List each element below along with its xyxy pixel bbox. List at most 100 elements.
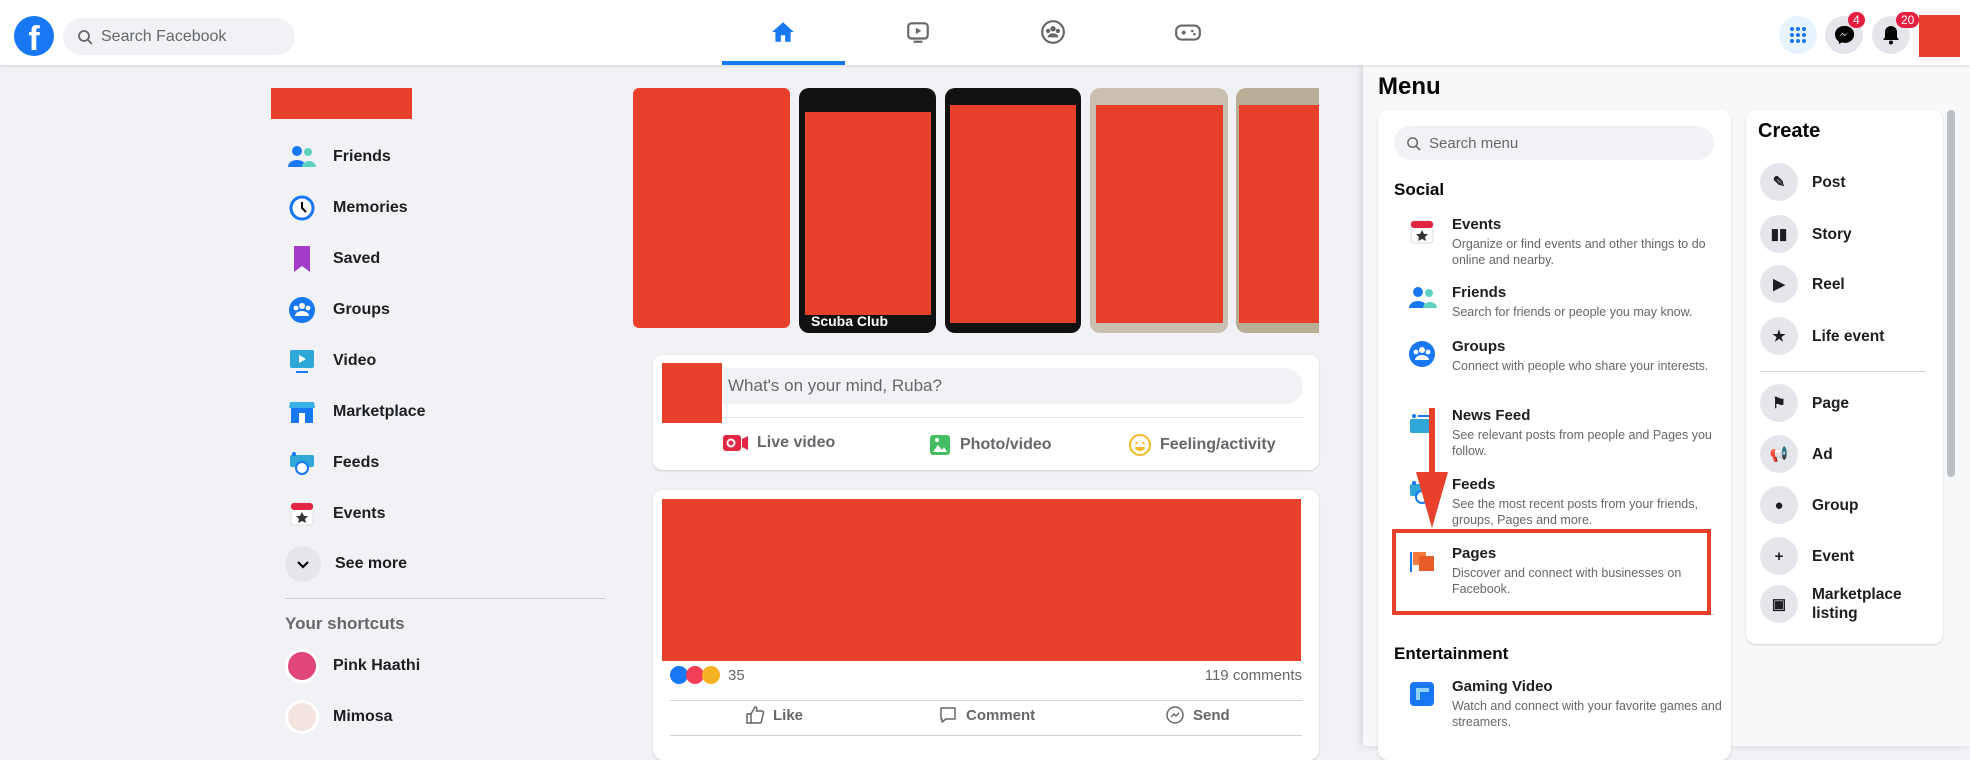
menu-item-gaming-video[interactable]: Gaming Video Watch and connect with your … bbox=[1408, 678, 1728, 730]
events-icon bbox=[1408, 218, 1438, 248]
create-post[interactable]: ✎ Post bbox=[1760, 163, 1922, 201]
reel-icon: ▶ bbox=[1760, 265, 1798, 303]
groups-icon bbox=[1041, 20, 1065, 44]
menu-item-description: See relevant posts from people and Pages… bbox=[1452, 428, 1712, 458]
bell-icon bbox=[1883, 26, 1899, 45]
feeling-icon bbox=[1129, 434, 1151, 456]
sidebar-item-events[interactable]: Events bbox=[285, 491, 385, 537]
sidebar-item-groups[interactable]: Groups bbox=[285, 287, 390, 333]
nav-home[interactable] bbox=[763, 12, 803, 52]
create-item-label: Page bbox=[1812, 394, 1850, 412]
create-life-event[interactable]: ★ Life event bbox=[1760, 317, 1922, 355]
gaming-icon bbox=[1175, 24, 1201, 41]
menu-item-events[interactable]: Events Organize or find events and other … bbox=[1408, 216, 1728, 268]
messenger-icon bbox=[1166, 706, 1184, 724]
nav-gaming[interactable] bbox=[1168, 12, 1208, 52]
create-story[interactable]: ▮▮ Story bbox=[1760, 215, 1922, 253]
menu-scrollbar[interactable] bbox=[1947, 110, 1955, 477]
sidebar-divider bbox=[285, 598, 605, 599]
photo-video-button[interactable]: Photo/video bbox=[928, 433, 1052, 457]
sidebar-item-feeds[interactable]: Feeds bbox=[285, 440, 379, 486]
watch-icon bbox=[907, 22, 929, 43]
whats-on-your-mind-input[interactable]: What's on your mind, Ruba? bbox=[722, 368, 1303, 404]
shortcut-avatar bbox=[285, 649, 319, 683]
sidebar-item-friends[interactable]: Friends bbox=[285, 134, 391, 180]
create-group[interactable]: ● Group bbox=[1760, 486, 1922, 524]
shortcut-item[interactable]: Mimosa bbox=[285, 694, 393, 740]
menu-button[interactable] bbox=[1779, 16, 1817, 54]
comments-count[interactable]: 119 comments bbox=[1205, 667, 1302, 684]
story-card[interactable] bbox=[945, 88, 1081, 333]
create-event[interactable]: + Event bbox=[1760, 537, 1922, 575]
search-facebook-input[interactable]: Search Facebook bbox=[63, 18, 295, 55]
feeds-icon bbox=[285, 446, 319, 480]
menu-item-feeds[interactable]: Feeds See the most recent posts from your… bbox=[1408, 476, 1728, 528]
profile-redacted[interactable] bbox=[271, 88, 412, 119]
create-divider bbox=[1760, 371, 1925, 372]
live-video-button[interactable]: Live video bbox=[723, 433, 835, 453]
story-card[interactable]: Scuba Club bbox=[799, 88, 936, 333]
story-card[interactable] bbox=[1236, 88, 1319, 333]
thumbs-up-icon bbox=[746, 706, 765, 724]
story-redacted bbox=[1096, 105, 1223, 323]
menu-list-card: Search menu Social Events Organize or fin… bbox=[1378, 110, 1731, 760]
create-item-label: Ad bbox=[1812, 445, 1833, 463]
create-ad[interactable]: 📢 Ad bbox=[1760, 435, 1922, 473]
create-reel[interactable]: ▶ Reel bbox=[1760, 265, 1922, 303]
live-video-label: Live video bbox=[757, 434, 836, 451]
sidebar-item-memories[interactable]: Memories bbox=[285, 185, 408, 231]
search-placeholder: Search Facebook bbox=[101, 27, 227, 45]
send-button[interactable]: Send bbox=[1165, 705, 1230, 725]
menu-panel: Menu Search menu Social Events Organize o… bbox=[1363, 65, 1970, 760]
story-icon: ▮▮ bbox=[1760, 215, 1798, 253]
like-button[interactable]: Like bbox=[745, 705, 803, 725]
live-video-icon bbox=[723, 435, 748, 451]
chevron-down-icon bbox=[285, 546, 321, 582]
home-icon bbox=[772, 22, 794, 42]
sidebar-item-saved[interactable]: Saved bbox=[285, 236, 380, 282]
post-icon: ✎ bbox=[1760, 163, 1798, 201]
menu-item-title: Friends bbox=[1452, 284, 1507, 301]
create-item-label: Post bbox=[1812, 173, 1846, 191]
menu-item-friends[interactable]: Friends Search for friends or people you … bbox=[1408, 284, 1728, 320]
menu-item-groups[interactable]: Groups Connect with people who share your… bbox=[1408, 338, 1728, 374]
story-redacted bbox=[950, 105, 1076, 323]
story-card[interactable] bbox=[1090, 88, 1228, 333]
nav-groups[interactable] bbox=[1033, 12, 1073, 52]
photo-video-label: Photo/video bbox=[960, 436, 1052, 453]
groups-icon bbox=[1408, 340, 1438, 370]
story-redacted bbox=[805, 112, 931, 315]
create-page[interactable]: ⚑ Page bbox=[1760, 384, 1922, 422]
menu-item-news-feed[interactable]: News Feed See relevant posts from people … bbox=[1408, 407, 1728, 459]
nav-watch[interactable] bbox=[898, 12, 938, 52]
menu-title: Menu bbox=[1378, 73, 1441, 100]
shortcuts-heading: Your shortcuts bbox=[285, 614, 405, 633]
create-item-label: Marketplace listing bbox=[1812, 586, 1902, 622]
comment-label: Comment bbox=[966, 706, 1036, 724]
comment-button[interactable]: Comment bbox=[938, 705, 1035, 725]
menu-item-title: Events bbox=[1452, 216, 1502, 233]
account-avatar-redacted[interactable] bbox=[1919, 15, 1960, 57]
grid-menu-icon bbox=[1790, 27, 1806, 43]
feeling-activity-button[interactable]: Feeling/activity bbox=[1128, 433, 1276, 457]
facebook-logo[interactable]: f bbox=[14, 16, 54, 56]
see-more-button[interactable]: See more bbox=[285, 541, 407, 587]
search-menu-input[interactable]: Search menu bbox=[1394, 126, 1714, 160]
create-marketplace-listing[interactable]: ▣ Marketplace listing bbox=[1760, 585, 1922, 623]
create-card: Create ✎ Post ▮▮ Story ▶ Reel ★ Life event ⚑ Page… bbox=[1746, 110, 1943, 644]
sidebar-item-video[interactable]: Video bbox=[285, 338, 376, 384]
menu-item-title: News Feed bbox=[1452, 407, 1531, 424]
photo-icon bbox=[930, 435, 950, 455]
sidebar-item-label: Video bbox=[333, 352, 377, 369]
reactions-summary[interactable]: 35 bbox=[670, 666, 745, 684]
create-story-redacted[interactable] bbox=[633, 88, 790, 328]
menu-item-title: Groups bbox=[1452, 338, 1506, 355]
megaphone-icon: 📢 bbox=[1760, 435, 1798, 473]
search-icon bbox=[1407, 136, 1421, 151]
comment-icon bbox=[940, 707, 956, 723]
sidebar-item-marketplace[interactable]: Marketplace bbox=[285, 389, 426, 435]
menu-item-description: Connect with people who share your inter… bbox=[1452, 359, 1709, 373]
logo-letter: f bbox=[28, 20, 40, 56]
shortcut-item[interactable]: Pink Haathi bbox=[285, 643, 420, 689]
create-item-label: Reel bbox=[1812, 275, 1845, 293]
